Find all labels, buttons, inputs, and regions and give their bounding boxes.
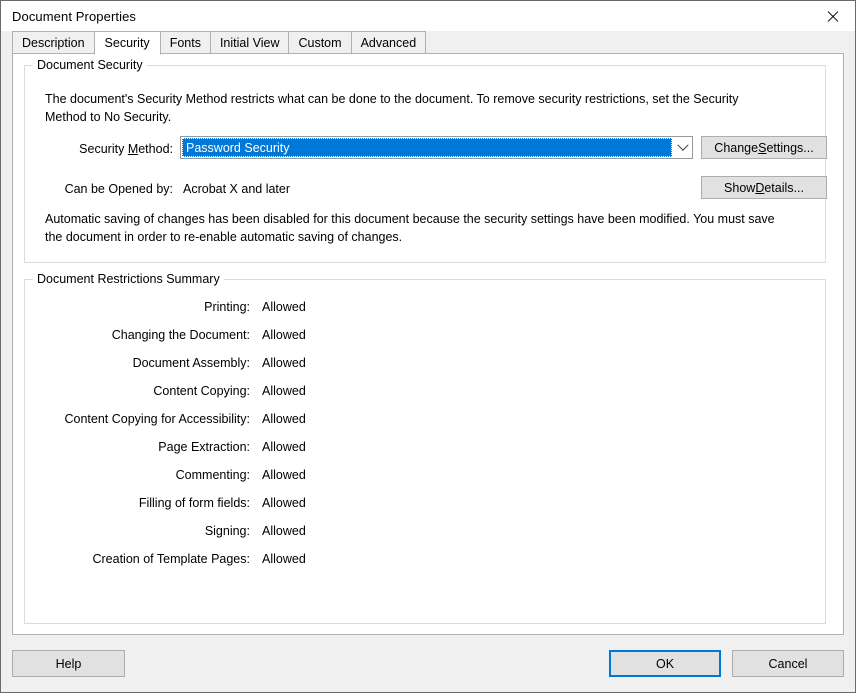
restriction-value: Allowed [262,300,306,314]
restriction-row: Commenting: Allowed [25,468,825,496]
restriction-label: Creation of Template Pages: [92,552,250,566]
close-icon [826,10,839,23]
restriction-label: Printing: [204,300,250,314]
opened-by-value: Acrobat X and later [183,182,291,196]
tab-label: Initial View [219,35,280,50]
document-restrictions-group-label: Document Restrictions Summary [33,272,224,286]
autosave-disabled-note: Automatic saving of changes has been dis… [45,212,775,244]
restriction-row: Page Extraction: Allowed [25,440,825,468]
restriction-label: Content Copying for Accessibility: [64,412,250,426]
tab-security[interactable]: Security [93,31,161,55]
restriction-row: Content Copying for Accessibility: Allowe… [25,412,825,440]
dialog-footer: Help OK Cancel [1,635,855,692]
security-method-combobox[interactable]: Password Security [180,136,693,159]
restriction-label: Filling of form fields: [138,496,250,510]
restriction-label: Changing the Document: [111,328,250,342]
cancel-button[interactable]: Cancel [732,650,844,677]
tab-label: Description [22,35,85,50]
tab-label: Custom [298,35,342,50]
chevron-down-icon [676,139,689,151]
tab-description[interactable]: Description [12,31,95,53]
security-method-selected-value[interactable]: Password Security [182,138,672,157]
tab-label: Advanced [360,35,417,50]
restriction-row: Filling of form fields: Allowed [25,496,825,524]
restriction-value: Allowed [262,328,306,342]
restriction-label: Document Assembly: [132,356,250,370]
security-method-dropdown-button[interactable] [673,137,692,158]
tab-advanced[interactable]: Advanced [350,31,427,53]
restriction-value: Allowed [262,356,306,370]
show-details-accel: D [755,180,765,195]
restriction-row: Signing: Allowed [25,524,825,552]
restriction-value: Allowed [262,412,306,426]
security-method-accel: M [127,142,139,156]
restriction-label: Signing: [204,524,250,538]
restriction-label: Commenting: [175,468,250,482]
tab-strip: Description Security Fonts Initial View … [12,31,844,55]
ok-button[interactable]: OK [609,650,721,677]
close-button[interactable] [809,1,855,31]
security-method-value: Password Security [186,140,290,155]
restriction-row: Changing the Document: Allowed [25,328,825,356]
opened-by-label: Can be Opened by: [64,182,173,196]
window-title: Document Properties [12,8,137,24]
restriction-row: Document Assembly: Allowed [25,356,825,384]
restriction-label: Page Extraction: [158,440,250,454]
restriction-value: Allowed [262,524,306,538]
help-button[interactable]: Help [12,650,125,677]
tab-custom[interactable]: Custom [288,31,352,53]
title-bar: Document Properties [1,1,855,31]
show-details-button[interactable]: Show Details... [701,176,827,199]
restriction-row: Creation of Template Pages: Allowed [25,552,825,580]
restriction-row: Content Copying: Allowed [25,384,825,412]
security-tab-page: Document Security The document's Securit… [12,53,844,635]
restriction-label: Content Copying: [153,384,250,398]
document-security-group-label: Document Security [33,58,147,72]
security-method-label: Security Method: [79,142,173,156]
document-properties-dialog: Document Properties Description Security… [0,0,856,693]
restriction-value: Allowed [262,440,306,454]
change-settings-button[interactable]: Change Settings... [701,136,827,159]
tab-label: Fonts [169,35,201,50]
document-security-group: Document Security The document's Securit… [24,58,827,263]
document-restrictions-group: Document Restrictions Summary Printing: A… [24,272,826,624]
tab-initial-view[interactable]: Initial View [209,31,290,53]
restriction-value: Allowed [262,552,306,566]
security-description: The document's Security Method restricts… [45,92,739,124]
restriction-value: Allowed [262,468,306,482]
restriction-value: Allowed [262,384,306,398]
tab-fonts[interactable]: Fonts [159,31,211,53]
tab-label: Security [104,36,150,50]
change-settings-accel: S [758,140,767,155]
restriction-value: Allowed [262,496,306,510]
restriction-row: Printing: Allowed [25,300,825,328]
